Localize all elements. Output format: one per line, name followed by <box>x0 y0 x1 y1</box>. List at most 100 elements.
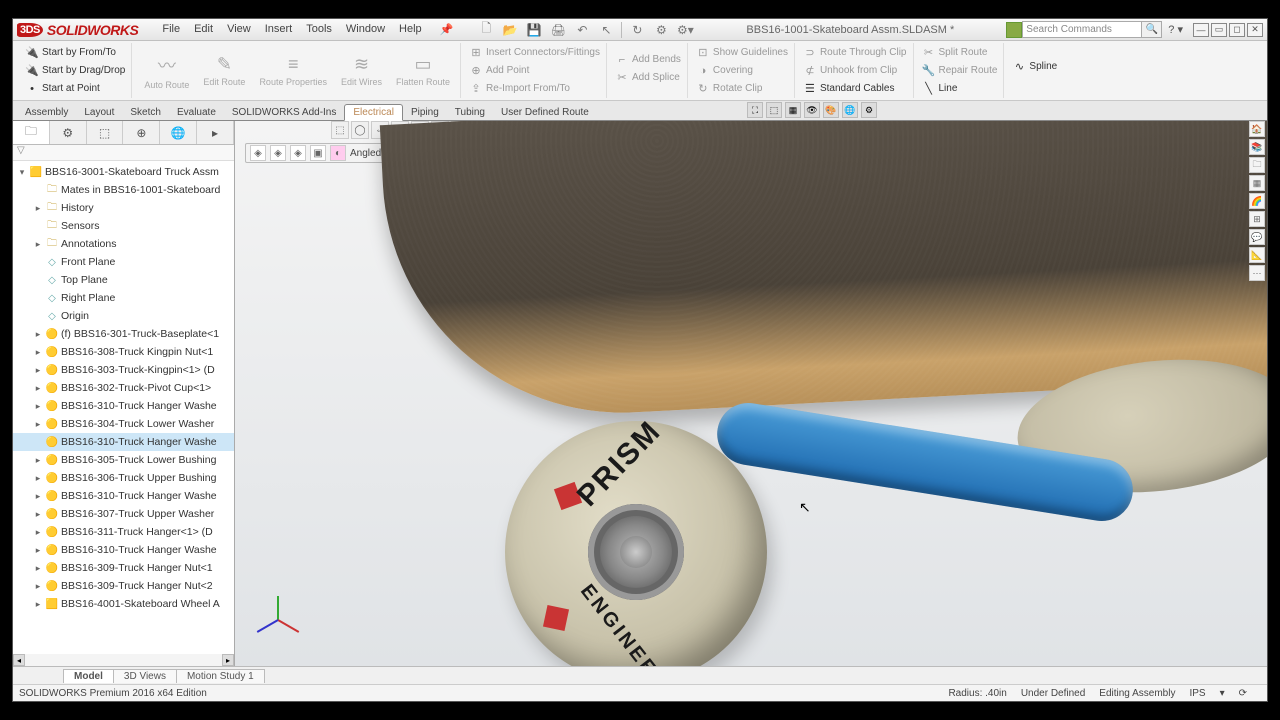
close-button[interactable]: ✕ <box>1247 23 1263 37</box>
tree-item[interactable]: ▸🟡(f) BBS16-301-Truck-Baseplate<1 <box>13 325 234 343</box>
bottom-tab-motion[interactable]: Motion Study 1 <box>176 669 265 683</box>
tree-item[interactable]: ▸🟡BBS16-310-Truck Hanger Washe <box>13 397 234 415</box>
spline-button[interactable]: ∿Spline <box>1010 59 1059 75</box>
insert-connectors-button[interactable]: ⊞Insert Connectors/Fittings <box>467 45 602 61</box>
scene-icon[interactable]: 🌐 <box>842 102 858 118</box>
show-guidelines-button[interactable]: ⊡Show Guidelines <box>694 45 790 61</box>
edit-wires-button[interactable]: ≋Edit Wires <box>335 52 388 89</box>
scroll-right-icon[interactable]: ▸ <box>222 654 234 666</box>
explorer-icon[interactable]: 🗀 <box>1249 157 1265 173</box>
expand-icon[interactable]: ▸ <box>33 581 43 592</box>
unhook-clip-button[interactable]: ⊄Unhook from Clip <box>801 63 909 79</box>
home-icon[interactable]: 🏠 <box>1249 121 1265 137</box>
expand-icon[interactable]: ▸ <box>33 473 43 484</box>
status-dropdown-icon[interactable]: ▾ <box>1220 688 1225 699</box>
forum-icon[interactable]: 💬 <box>1249 229 1265 245</box>
tree-item[interactable]: ▸🟡BBS16-309-Truck Hanger Nut<2 <box>13 577 234 595</box>
custom-props-icon[interactable]: ⊞ <box>1249 211 1265 227</box>
expand-icon[interactable]: ▸ <box>33 401 43 412</box>
view-settings-icon[interactable]: ⚙ <box>861 102 877 118</box>
tab-evaluate[interactable]: Evaluate <box>169 105 224 120</box>
search-button[interactable]: 🔍 <box>1142 21 1162 38</box>
line-button[interactable]: ╲Line <box>920 81 1000 97</box>
tab-tubing[interactable]: Tubing <box>447 105 493 120</box>
tree-item[interactable]: ▸🟡BBS16-310-Truck Hanger Washe <box>13 541 234 559</box>
zoom-fit-icon[interactable]: ⛶ <box>747 102 763 118</box>
rebuild-icon[interactable]: ↻ <box>628 21 646 39</box>
graphics-viewport[interactable]: ⬚ ◯ ⇔ ⊞ ◎ ⊡ ◉ ⊚ ◈ ◈ ◈ ▣ ◐ Angled Surface… <box>235 121 1267 666</box>
auto-route-button[interactable]: 〰Auto Route <box>138 50 195 92</box>
edit-route-button[interactable]: ✎Edit Route <box>197 52 251 89</box>
tree-item[interactable]: ▸🟡BBS16-305-Truck Lower Bushing <box>13 451 234 469</box>
expand-icon[interactable]: ▸ <box>33 419 43 430</box>
menu-window[interactable]: Window <box>340 21 391 38</box>
tab-addins[interactable]: SOLIDWORKS Add-Ins <box>224 105 344 120</box>
status-rebuild-icon[interactable]: ⟳ <box>1239 688 1247 699</box>
appearance-icon[interactable]: 🎨 <box>823 102 839 118</box>
display-style-icon[interactable]: ▦ <box>785 102 801 118</box>
view-orient-icon[interactable]: ⬚ <box>766 102 782 118</box>
select-icon[interactable]: ↖ <box>597 21 615 39</box>
bc-ico-4[interactable]: ▣ <box>310 145 326 161</box>
expand-icon[interactable]: ▸ <box>33 329 43 340</box>
panel-filter[interactable]: ▽ <box>13 145 234 161</box>
expand-icon[interactable]: ▸ <box>33 599 43 610</box>
tab-sketch[interactable]: Sketch <box>122 105 169 120</box>
feature-icon[interactable]: ◐ <box>330 145 346 161</box>
appearances-icon[interactable]: 🌈 <box>1249 193 1265 209</box>
split-route-button[interactable]: ✂Split Route <box>920 45 1000 61</box>
minimize-button[interactable]: — <box>1193 23 1209 37</box>
view-palette-icon[interactable]: ▦ <box>1249 175 1265 191</box>
standard-cables-button[interactable]: ☰Standard Cables <box>801 81 909 97</box>
menu-view[interactable]: View <box>221 21 257 38</box>
property-mgr-tab[interactable]: ⚙ <box>50 121 87 144</box>
route-through-clip-button[interactable]: ⊃Route Through Clip <box>801 45 909 61</box>
add-point-button[interactable]: ⊕Add Point <box>467 63 602 79</box>
tree-item[interactable]: ▸🟡BBS16-302-Truck-Pivot Cup<1> <box>13 379 234 397</box>
start-fromto-button[interactable]: 🔌Start by From/To <box>23 45 127 61</box>
expand-icon[interactable]: ▸ <box>33 383 43 394</box>
tab-layout[interactable]: Layout <box>76 105 122 120</box>
menu-tools[interactable]: Tools <box>300 21 338 38</box>
tree-item[interactable]: ◇Origin <box>13 307 234 325</box>
solidworks-resources-icon[interactable] <box>1006 22 1022 38</box>
new-icon[interactable]: 🗋 <box>477 21 495 39</box>
maximize-button[interactable]: ◻ <box>1229 23 1245 37</box>
expand-icon[interactable]: ▸ <box>33 563 43 574</box>
open-icon[interactable]: 📂 <box>501 21 519 39</box>
tree-item[interactable]: 🗀Sensors <box>13 217 234 235</box>
expand-icon[interactable]: ▸ <box>33 527 43 538</box>
flatten-route-button[interactable]: ▭Flatten Route <box>390 52 456 89</box>
tree-item[interactable]: ▾🟨BBS16-3001-Skateboard Truck Assm <box>13 163 234 181</box>
undo-icon[interactable]: ↶ <box>573 21 591 39</box>
tab-electrical[interactable]: Electrical <box>344 104 403 121</box>
display-mgr-tab[interactable]: 🌐 <box>160 121 197 144</box>
bottom-tab-model[interactable]: Model <box>63 669 114 683</box>
tree-item[interactable]: ◇Right Plane <box>13 289 234 307</box>
expand-icon[interactable]: ▸ <box>33 203 43 214</box>
dimx-tab[interactable]: ⊕ <box>123 121 160 144</box>
v-ico-2[interactable]: ◯ <box>351 121 369 139</box>
covering-button[interactable]: ◑Covering <box>694 63 790 79</box>
bottom-tab-3dviews[interactable]: 3D Views <box>113 669 177 683</box>
save-icon[interactable]: 💾 <box>525 21 543 39</box>
bc-ico-1[interactable]: ◈ <box>250 145 266 161</box>
tab-assembly[interactable]: Assembly <box>17 105 76 120</box>
tree-item[interactable]: 🟡BBS16-310-Truck Hanger Washe <box>13 433 234 451</box>
expand-tab[interactable]: ▸ <box>197 121 234 144</box>
tree-item[interactable]: ▸🟡BBS16-308-Truck Kingpin Nut<1 <box>13 343 234 361</box>
scroll-left-icon[interactable]: ◂ <box>13 654 25 666</box>
measure-icon[interactable]: 📐 <box>1249 247 1265 263</box>
expand-icon[interactable]: ▾ <box>17 167 27 178</box>
restore-button[interactable]: ▭ <box>1211 23 1227 37</box>
help-icon[interactable]: ? ▾ <box>1168 23 1183 36</box>
more-icon[interactable]: ⋯ <box>1249 265 1265 281</box>
tree-item[interactable]: ▸🟨BBS16-4001-Skateboard Wheel A <box>13 595 234 613</box>
tree-item[interactable]: 🗀Mates in BBS16-1001-Skateboard <box>13 181 234 199</box>
rotate-clip-button[interactable]: ↻Rotate Clip <box>694 81 790 97</box>
route-props-button[interactable]: ≡Route Properties <box>253 52 333 89</box>
tree-item[interactable]: ◇Front Plane <box>13 253 234 271</box>
tree-item[interactable]: ▸🟡BBS16-311-Truck Hanger<1> (D <box>13 523 234 541</box>
tree-item[interactable]: ▸🟡BBS16-306-Truck Upper Bushing <box>13 469 234 487</box>
menu-edit[interactable]: Edit <box>188 21 219 38</box>
